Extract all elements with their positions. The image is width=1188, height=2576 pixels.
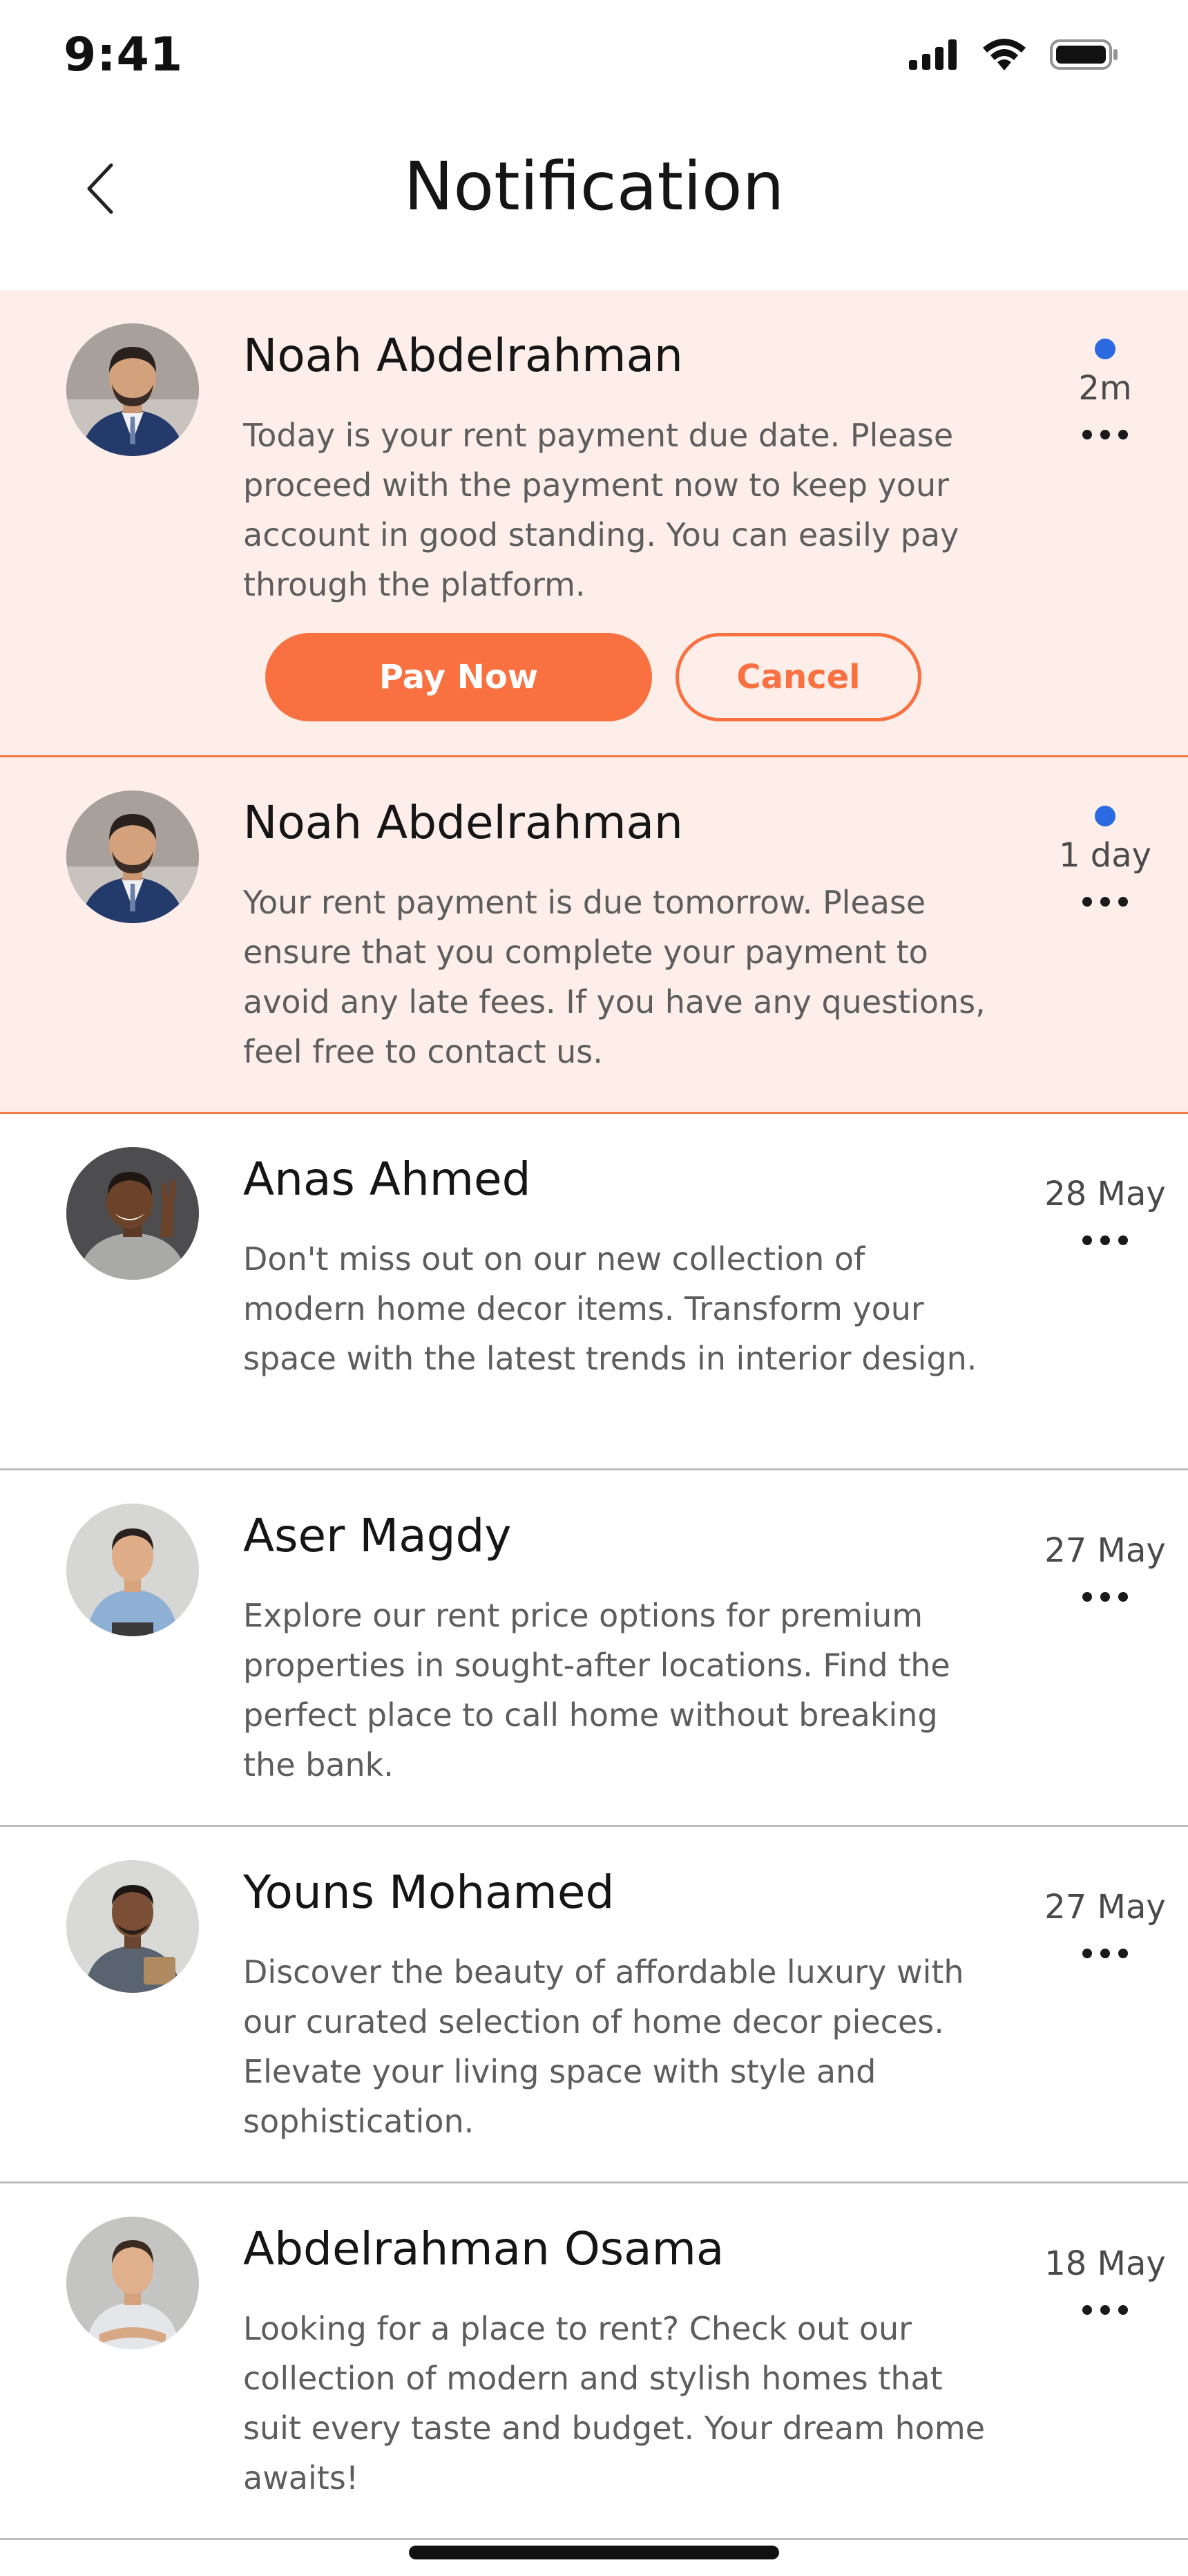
sender-name: Aser Magdy bbox=[243, 1509, 512, 1562]
notification-time: 27 May bbox=[1044, 1531, 1166, 1570]
more-options-icon[interactable] bbox=[1029, 2305, 1181, 2315]
notification-list: Noah Abdelrahman Today is your rent paym… bbox=[0, 290, 1188, 2540]
notification-time: 18 May bbox=[1044, 2244, 1166, 2283]
notification-actions: Pay Now Cancel bbox=[265, 633, 921, 721]
status-bar: 9:41 bbox=[0, 0, 1188, 117]
page-title: Notification bbox=[403, 148, 785, 225]
notification-time: 27 May bbox=[1044, 1888, 1166, 1926]
status-icons bbox=[909, 39, 1119, 73]
notification-time: 2m bbox=[1078, 369, 1132, 408]
notification-meta: 27 May bbox=[1029, 1522, 1181, 1602]
notification-meta: 2m bbox=[1029, 325, 1181, 439]
notification-item[interactable]: Abdelrahman Osama Looking for a place to… bbox=[0, 2184, 1188, 2540]
wifi-icon bbox=[982, 39, 1026, 73]
notification-message: Looking for a place to rent? Check out o… bbox=[243, 2310, 986, 2497]
notification-message: Discover the beauty of affordable luxury… bbox=[243, 1953, 964, 2140]
unread-dot bbox=[1095, 339, 1115, 359]
more-options-icon[interactable] bbox=[1029, 430, 1181, 439]
sender-name: Youns Mohamed bbox=[243, 1866, 615, 1919]
cancel-button[interactable]: Cancel bbox=[676, 633, 921, 721]
notification-time: 28 May bbox=[1044, 1175, 1166, 1213]
sender-name: Anas Ahmed bbox=[243, 1153, 531, 1206]
home-indicator bbox=[409, 2546, 779, 2559]
notification-message: Explore our rent price options for premi… bbox=[243, 1597, 950, 1783]
notification-item[interactable]: Noah Abdelrahman Today is your rent paym… bbox=[0, 290, 1188, 757]
notification-screen: 9:41 Notification Noah Abdelrahman Today… bbox=[0, 0, 1188, 2576]
more-options-icon[interactable] bbox=[1029, 897, 1181, 907]
notification-item[interactable]: Anas Ahmed Don't miss out on our new col… bbox=[0, 1114, 1188, 1470]
more-options-icon[interactable] bbox=[1029, 1949, 1181, 1958]
header: Notification bbox=[0, 124, 1188, 290]
unread-dot bbox=[1095, 806, 1115, 826]
avatar bbox=[66, 323, 199, 456]
avatar bbox=[66, 1147, 199, 1280]
notification-message: Your rent payment is due tomorrow. Pleas… bbox=[243, 884, 986, 1070]
avatar bbox=[66, 1504, 199, 1636]
notification-meta: 27 May bbox=[1029, 1878, 1181, 1958]
notification-item[interactable]: Aser Magdy Explore our rent price option… bbox=[0, 1470, 1188, 1827]
notification-message: Today is your rent payment due date. Ple… bbox=[243, 417, 959, 603]
avatar bbox=[66, 2217, 199, 2349]
avatar bbox=[66, 790, 199, 923]
sender-name: Noah Abdelrahman bbox=[243, 329, 683, 382]
notification-message: Don't miss out on our new collection of … bbox=[243, 1240, 977, 1377]
status-time: 9:41 bbox=[64, 28, 184, 82]
notification-item[interactable]: Youns Mohamed Discover the beauty of aff… bbox=[0, 1827, 1188, 2184]
more-options-icon[interactable] bbox=[1029, 1592, 1181, 1602]
notification-meta: 1 day bbox=[1029, 792, 1181, 907]
pay-now-button[interactable]: Pay Now bbox=[265, 633, 652, 721]
notification-item[interactable]: Noah Abdelrahman Your rent payment is du… bbox=[0, 757, 1188, 1114]
signal-icon bbox=[909, 39, 959, 73]
notification-meta: 18 May bbox=[1029, 2235, 1181, 2315]
sender-name: Abdelrahman Osama bbox=[243, 2222, 725, 2275]
sender-name: Noah Abdelrahman bbox=[243, 796, 683, 849]
notification-meta: 28 May bbox=[1029, 1165, 1181, 1245]
notification-time: 1 day bbox=[1058, 836, 1152, 875]
more-options-icon[interactable] bbox=[1029, 1235, 1181, 1245]
avatar bbox=[66, 1860, 199, 1993]
battery-icon bbox=[1050, 39, 1119, 73]
